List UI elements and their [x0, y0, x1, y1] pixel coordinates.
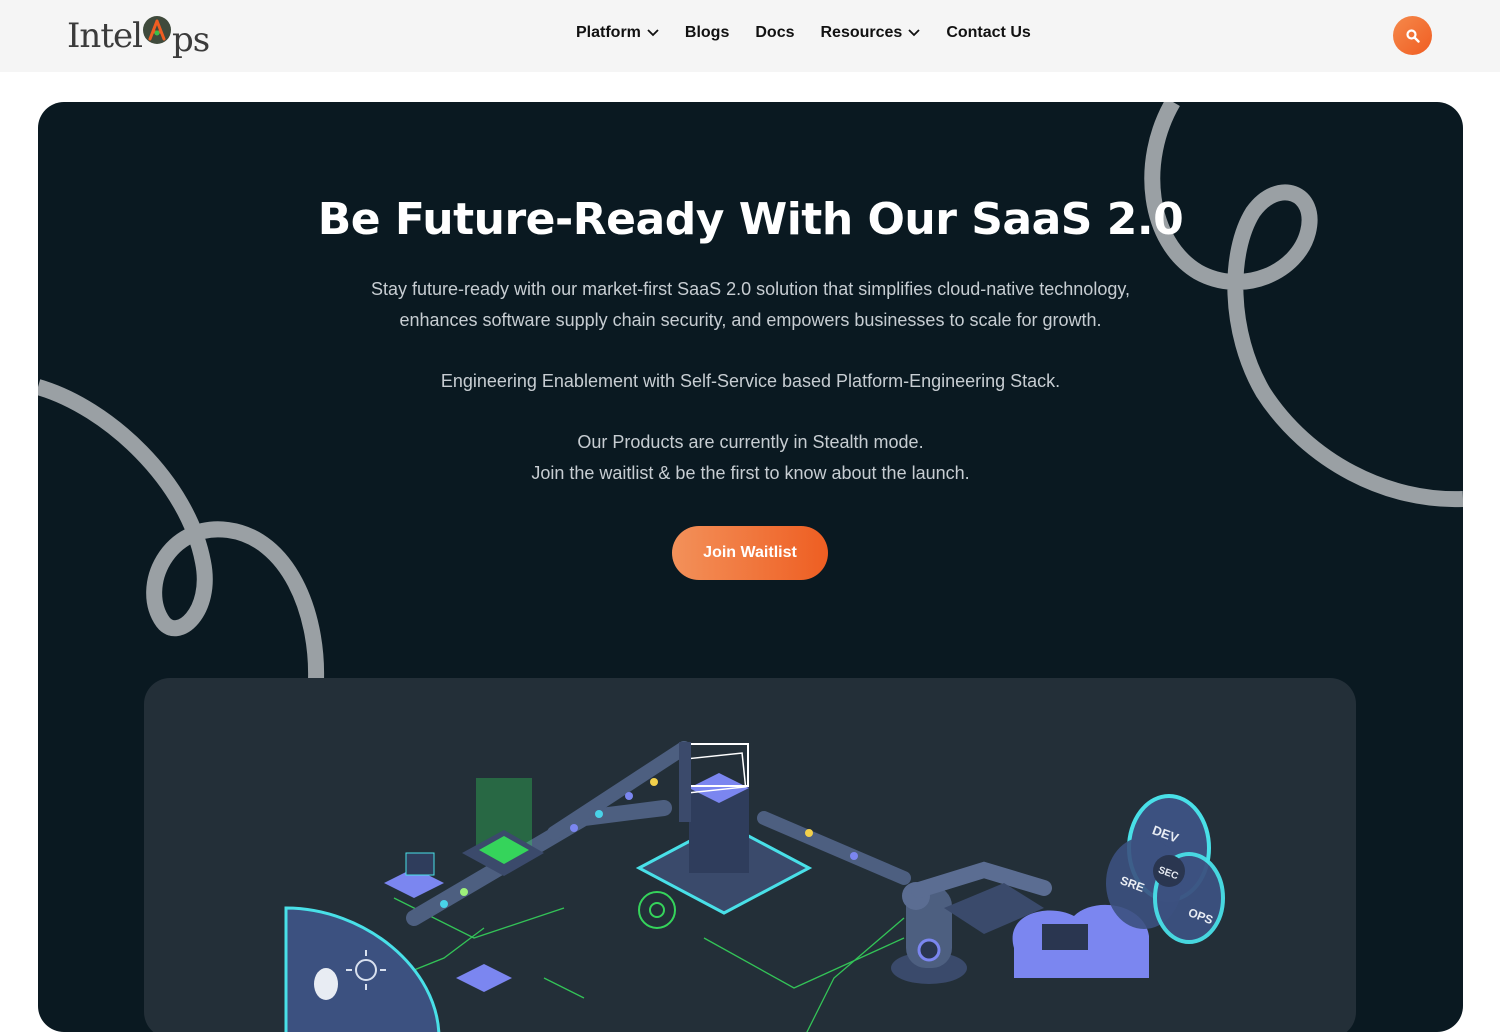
- stealth-notice-line: Join the waitlist & be the first to know…: [531, 463, 970, 483]
- logo-a-mark-icon: [143, 16, 171, 44]
- platform-illustration-panel: DEV SEC SRE OPS: [144, 678, 1356, 1032]
- hero-description-line: Stay future-ready with our market-first …: [370, 279, 1131, 299]
- platform-pipeline-illustration: DEV SEC SRE OPS: [284, 741, 1225, 1032]
- hero-section: Be Future-Ready With Our SaaS 2.0 Stay f…: [38, 102, 1463, 1032]
- hero-title: Be Future-Ready With Our SaaS 2.0: [317, 194, 1184, 245]
- nav-item-label: Resources: [820, 24, 903, 41]
- search-icon: [1405, 28, 1420, 43]
- nav-item-contact-us[interactable]: Contact Us: [946, 24, 1030, 42]
- nav-item-label: Blogs: [684, 24, 730, 41]
- logo-text-left: Intel: [67, 16, 143, 56]
- nav-item-label: Contact Us: [946, 24, 1031, 41]
- site-header: Intel ps Platform Blogs Docs Resources C…: [0, 0, 1500, 72]
- hero-description: Stay future-ready with our market-first …: [38, 274, 1463, 336]
- main-nav: Platform Blogs Docs Resources Contact Us: [576, 24, 1057, 42]
- nav-item-platform[interactable]: Platform: [576, 24, 659, 42]
- nav-item-label: Platform: [576, 24, 641, 41]
- join-waitlist-button[interactable]: Join Waitlist: [672, 526, 828, 580]
- nav-item-docs[interactable]: Docs: [755, 24, 794, 42]
- hero-subtext: Engineering Enablement with Self-Service…: [440, 371, 1061, 391]
- nav-item-blogs[interactable]: Blogs: [685, 24, 729, 42]
- intelops-logo[interactable]: Intel ps: [67, 10, 210, 62]
- hero-description-line: enhances software supply chain security,…: [399, 310, 1102, 330]
- logo-text-right: ps: [172, 20, 210, 60]
- nav-item-label: Docs: [755, 24, 795, 41]
- stealth-notice-line: Our Products are currently in Stealth mo…: [577, 432, 924, 452]
- search-button[interactable]: [1393, 16, 1432, 55]
- hero-stealth-notice: Our Products are currently in Stealth mo…: [38, 427, 1463, 489]
- chevron-down-icon: [647, 29, 659, 37]
- nav-item-resources[interactable]: Resources: [820, 24, 920, 42]
- chevron-down-icon: [908, 29, 920, 37]
